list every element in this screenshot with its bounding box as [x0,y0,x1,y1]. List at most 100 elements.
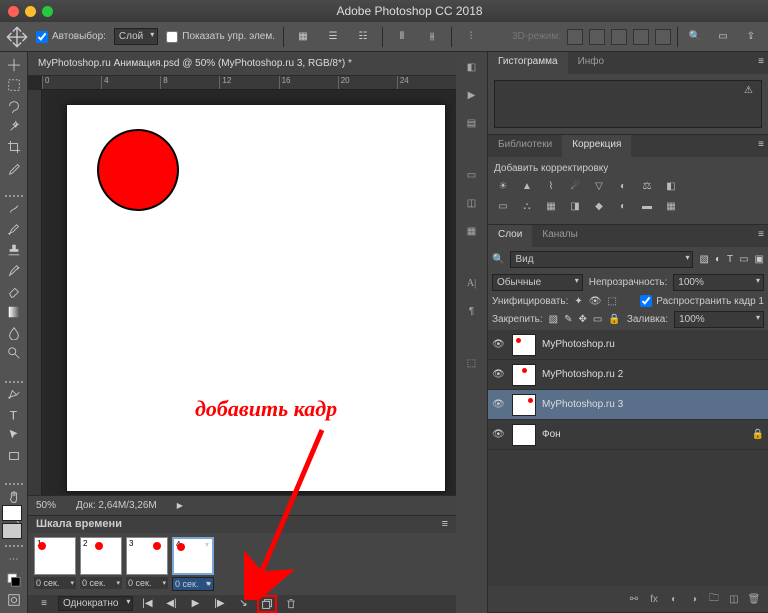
3d-icon[interactable] [633,29,649,45]
hand-tool[interactable] [3,488,25,506]
history-brush-tool[interactable] [3,262,25,280]
workspace-icon[interactable]: ▭ [712,26,734,48]
stamp-tool[interactable] [3,241,25,259]
timeline-frame[interactable]: 40 сек.▾ [172,537,214,591]
panel-icon[interactable]: ◧ [463,58,481,76]
prev-frame-button[interactable]: ◀| [161,595,181,613]
maximize-window[interactable] [42,6,53,17]
delete-frame-button[interactable] [281,595,301,613]
loop-dropdown[interactable]: Однократно [58,596,133,611]
filter-adjustment-icon[interactable]: ◐ [715,254,721,265]
panel-menu-icon[interactable]: ≡ [754,52,768,74]
filter-type-icon[interactable]: 🔍 [492,254,504,265]
layer-row[interactable]: 👁MyPhotoshop.ru [488,330,768,360]
new-layer-icon[interactable]: ◫ [726,592,742,606]
blend-mode-dropdown[interactable]: Обычные [492,274,583,291]
tab-histogram[interactable]: Гистограмма [488,52,568,74]
quick-mask-mode[interactable] [3,591,25,609]
panel-menu-icon[interactable]: ≡ [754,135,768,157]
play-icon[interactable]: ▶ [463,86,481,104]
ruler-vertical[interactable] [28,90,42,495]
lasso-tool[interactable] [3,97,25,115]
blur-tool[interactable] [3,324,25,342]
timeline-frame-selector[interactable] [2,505,22,539]
move-tool-icon[interactable] [6,26,28,48]
3d-icon[interactable] [589,29,605,45]
paragraph-panel-icon[interactable]: ¶ [463,302,481,320]
warning-icon[interactable]: ⚠ [744,85,753,96]
move-tool[interactable] [3,56,25,74]
magic-wand-tool[interactable] [3,118,25,136]
distribute-icon[interactable]: ⫶ [460,26,482,48]
align-icon[interactable]: ⫵ [421,26,443,48]
timeline-frame[interactable]: 30 сек.▾ [126,537,168,589]
align-icon[interactable]: ⫴ [391,26,413,48]
filter-smart-icon[interactable]: ▣ [755,254,764,265]
align-icon[interactable]: ☷ [352,26,374,48]
curves-adjustment-icon[interactable]: ⌇ [542,178,560,194]
tab-adjustments[interactable]: Коррекция [562,135,631,157]
healing-brush-tool[interactable] [3,200,25,218]
search-icon[interactable]: 🔍 [684,26,706,48]
vibrance-adjustment-icon[interactable]: ▽ [590,178,608,194]
zoom-level[interactable]: 50% [36,500,56,511]
lock-artboard-icon[interactable]: ▭ [593,314,602,325]
align-icon[interactable]: ☰ [322,26,344,48]
visibility-toggle-icon[interactable]: 👁 [492,429,506,440]
propagate-frame-checkbox[interactable]: Распространить кадр 1 [640,295,764,307]
eraser-tool[interactable] [3,283,25,301]
play-button[interactable]: ▶ [185,595,205,613]
panel-icon[interactable]: ▤ [463,114,481,132]
filter-shape-icon[interactable]: ▭ [739,254,748,265]
filter-pixel-icon[interactable]: ▧ [699,254,708,265]
eyedropper-tool[interactable] [3,159,25,177]
dodge-tool[interactable] [3,344,25,362]
first-frame-button[interactable]: |◀ [137,595,157,613]
pen-tool[interactable] [3,386,25,404]
link-layers-icon[interactable]: ⚯ [626,592,642,606]
invert-adjustment-icon[interactable]: ◨ [566,198,584,214]
unify-position-icon[interactable]: ✦ [574,296,582,307]
autoselect-target-dropdown[interactable]: Слой [114,28,158,45]
panel-icon[interactable]: ◫ [463,194,481,212]
crop-tool[interactable] [3,138,25,156]
show-transform-controls-checkbox[interactable]: Показать упр. элем. [166,31,275,43]
channel-mixer-adjustment-icon[interactable]: ⛬ [518,198,536,214]
3d-icon[interactable] [611,29,627,45]
align-icon[interactable]: ▦ [292,26,314,48]
gradient-tool[interactable] [3,303,25,321]
red-circle-shape[interactable] [97,129,179,211]
panel-menu-icon[interactable]: ≡ [754,225,768,247]
tab-channels[interactable]: Каналы [532,225,588,247]
next-frame-button[interactable]: |▶ [209,595,229,613]
3d-icon[interactable] [655,29,671,45]
visibility-toggle-icon[interactable]: 👁 [492,369,506,380]
3d-panel-icon[interactable]: ⬚ [463,354,481,372]
timeline-menu-icon[interactable]: ≡ [34,595,54,613]
opacity-value[interactable]: 100% [673,274,764,291]
panel-icon[interactable]: ▦ [463,222,481,240]
layer-row[interactable]: 👁MyPhotoshop.ru 3 [488,390,768,420]
document-tab[interactable]: MyPhotoshop.ru Анимация.psd @ 50% (MyPho… [28,52,456,76]
close-window[interactable] [8,6,19,17]
layer-group-icon[interactable]: 🗀 [706,592,722,606]
lock-position-icon[interactable]: ✥ [579,314,587,325]
3d-icon[interactable] [567,29,583,45]
exposure-adjustment-icon[interactable]: ☄ [566,178,584,194]
hue-adjustment-icon[interactable]: ◐ [614,178,632,194]
visibility-toggle-icon[interactable]: 👁 [492,399,506,410]
timeline-frame[interactable]: 20 сек.▾ [80,537,122,589]
rectangle-tool[interactable] [3,447,25,465]
share-icon[interactable]: ⇪ [740,26,762,48]
lock-transparency-icon[interactable]: ▧ [549,314,558,325]
lock-icon[interactable]: 🔒 [752,429,764,440]
threshold-adjustment-icon[interactable]: ◐ [614,198,632,214]
brightness-adjustment-icon[interactable]: ☀ [494,178,512,194]
edit-toolbar[interactable]: ⋯ [3,550,25,568]
tab-info[interactable]: Инфо [568,52,615,74]
filter-kind-dropdown[interactable]: Вид [510,251,693,268]
foreground-background-colors[interactable] [3,571,25,589]
character-panel-icon[interactable]: A| [463,274,481,292]
layer-row[interactable]: 👁Фон🔒 [488,420,768,450]
gradient-map-adjustment-icon[interactable]: ▬ [638,198,656,214]
